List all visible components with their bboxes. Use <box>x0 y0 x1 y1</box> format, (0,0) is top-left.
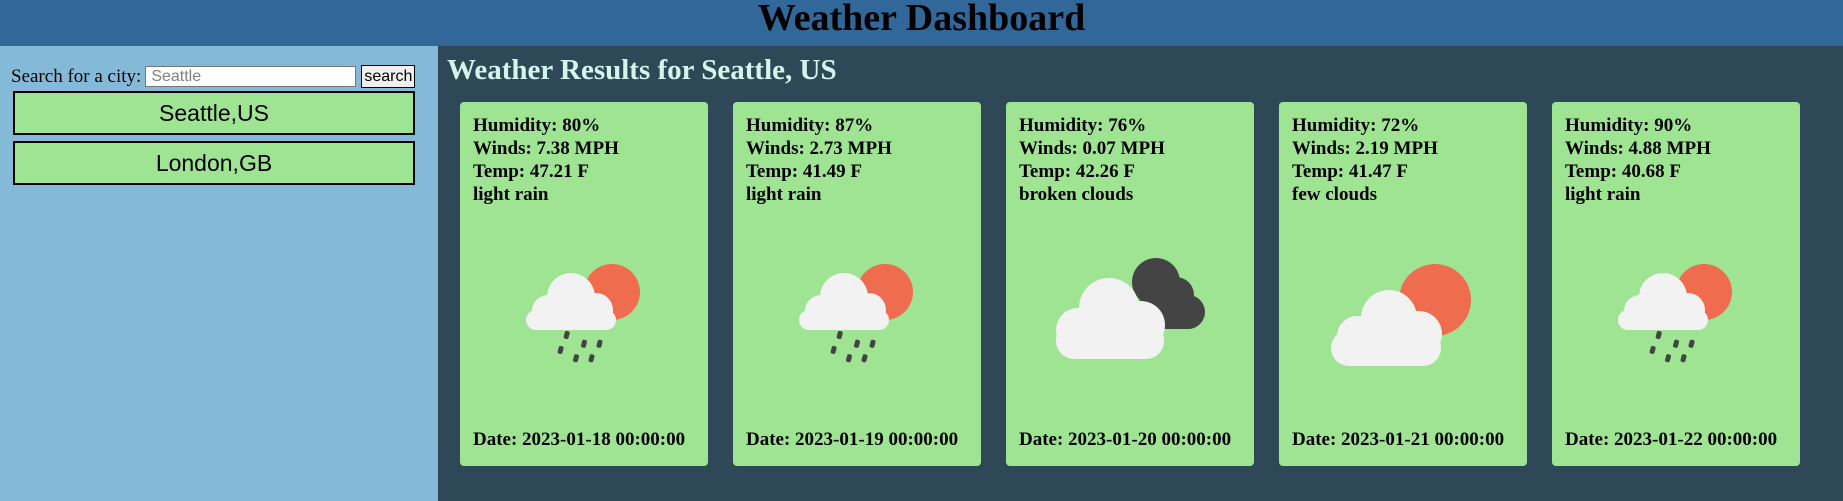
page-header: Weather Dashboard <box>0 0 1843 46</box>
temp-text: Temp: 41.49 F <box>746 161 862 182</box>
results-title: Weather Results for Seattle, US <box>447 54 837 86</box>
description-text: broken clouds <box>1019 184 1134 205</box>
date-text: Date: 2023-01-22 00:00:00 <box>1565 429 1778 450</box>
temp-text: Temp: 42.26 F <box>1019 161 1135 182</box>
temp-text: Temp: 40.68 F <box>1565 161 1681 182</box>
rain-sun-icon <box>799 264 913 363</box>
rain-sun-icon <box>526 264 640 363</box>
humidity-text: Humidity: 90% <box>1565 115 1693 136</box>
page-title: Weather Dashboard <box>757 0 1086 39</box>
wind-text: Winds: 7.38 MPH <box>473 138 619 159</box>
humidity-text: Humidity: 72% <box>1292 115 1420 136</box>
humidity-text: Humidity: 76% <box>1019 115 1147 136</box>
date-text: Date: 2023-01-19 00:00:00 <box>746 429 959 450</box>
temp-text: Temp: 47.21 F <box>473 161 589 182</box>
search-label: Search for a city: <box>11 65 142 87</box>
forecast-card: Humidity: 80% Winds: 7.38 MPH Temp: 47.2… <box>460 102 708 466</box>
rain-sun-icon <box>1618 264 1732 363</box>
description-text: light rain <box>746 184 822 205</box>
sidebar: Search for a city: search Seattle,US Lon… <box>0 46 438 501</box>
wind-text: Winds: 2.73 MPH <box>746 138 892 159</box>
forecast-card: Humidity: 76% Winds: 0.07 MPH Temp: 42.2… <box>1006 102 1254 466</box>
broken-clouds-icon <box>1056 258 1205 359</box>
forecast-card: Humidity: 90% Winds: 4.88 MPH Temp: 40.6… <box>1552 102 1800 466</box>
search-form: Search for a city: search <box>11 65 416 88</box>
humidity-text: Humidity: 80% <box>473 115 601 136</box>
description-text: light rain <box>473 184 549 205</box>
date-text: Date: 2023-01-21 00:00:00 <box>1292 429 1505 450</box>
description-text: few clouds <box>1292 184 1377 205</box>
wind-text: Winds: 2.19 MPH <box>1292 138 1438 159</box>
wind-text: Winds: 4.88 MPH <box>1565 138 1711 159</box>
history-button-seattle[interactable]: Seattle,US <box>13 91 415 135</box>
date-text: Date: 2023-01-20 00:00:00 <box>1019 429 1232 450</box>
temp-text: Temp: 41.47 F <box>1292 161 1408 182</box>
forecast-card: Humidity: 72% Winds: 2.19 MPH Temp: 41.4… <box>1279 102 1527 466</box>
description-text: light rain <box>1565 184 1641 205</box>
search-input[interactable] <box>145 66 357 87</box>
history-button-london[interactable]: London,GB <box>13 141 415 185</box>
wind-text: Winds: 0.07 MPH <box>1019 138 1165 159</box>
search-button[interactable]: search <box>361 65 416 88</box>
humidity-text: Humidity: 87% <box>746 115 874 136</box>
forecast-card: Humidity: 87% Winds: 2.73 MPH Temp: 41.4… <box>733 102 981 466</box>
few-clouds-icon <box>1331 264 1471 366</box>
date-text: Date: 2023-01-18 00:00:00 <box>473 429 686 450</box>
